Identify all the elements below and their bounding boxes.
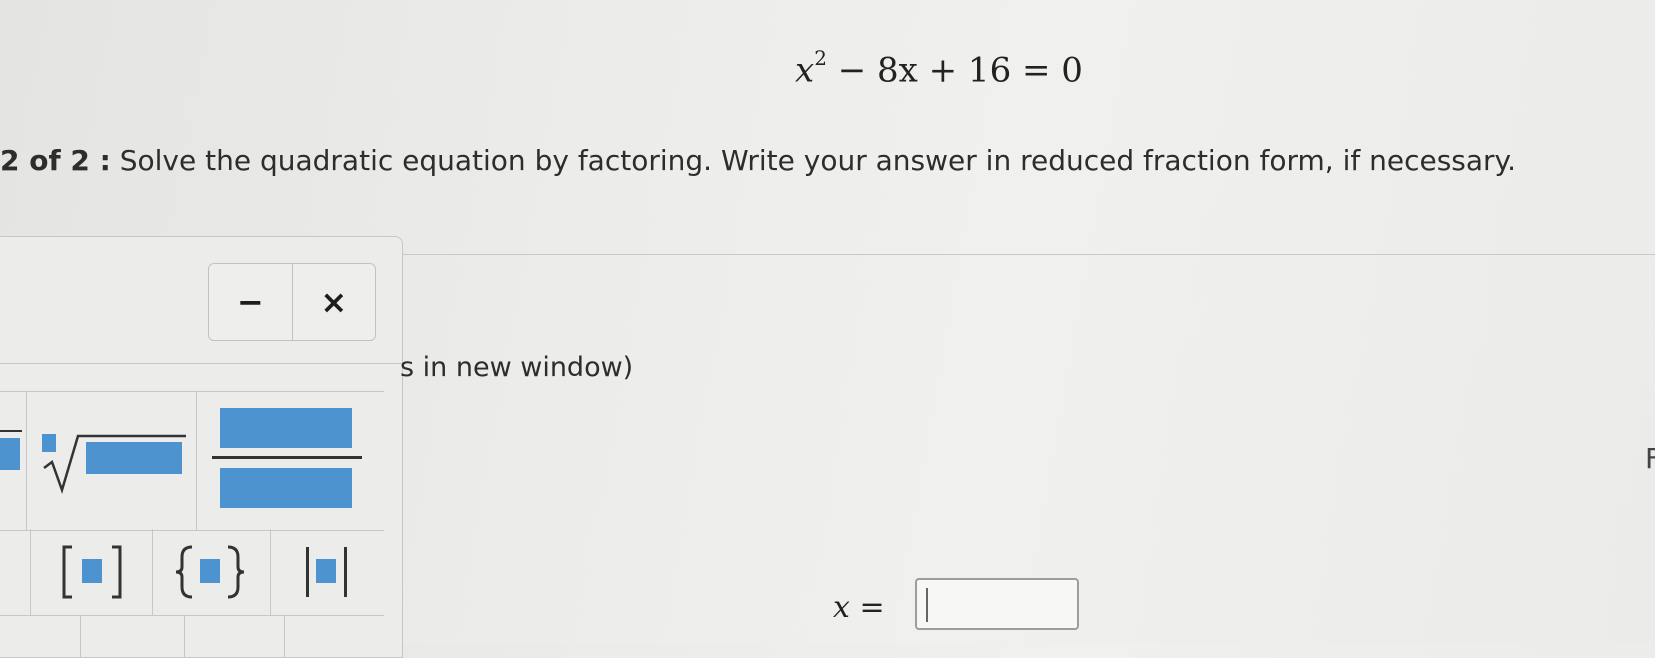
equation-rest: − 8x + 16 = 0 xyxy=(826,50,1083,91)
question-instruction: 2 of 2 : Solve the quadratic equation by… xyxy=(0,144,1516,177)
palette-divider xyxy=(0,363,402,364)
absolute-value-tool[interactable] xyxy=(270,529,384,615)
equation: x2 − 8x + 16 = 0 xyxy=(795,46,1083,91)
open-in-new-window-link[interactable]: s in new window) xyxy=(400,352,633,383)
square-brackets-icon xyxy=(62,545,122,599)
edge-text: F xyxy=(1645,442,1655,475)
close-button[interactable]: × xyxy=(291,264,376,340)
absolute-value-icon xyxy=(306,547,347,597)
palette-row-3 xyxy=(0,615,384,657)
text-caret xyxy=(926,588,928,622)
palette-window-controls: − × xyxy=(208,263,376,341)
answer-equals: = xyxy=(849,590,885,625)
palette-cell-divider xyxy=(184,615,185,657)
superscript-tool[interactable] xyxy=(0,392,27,530)
curly-braces-tool[interactable] xyxy=(152,529,271,615)
math-palette: − × xyxy=(0,236,403,658)
step-indicator: 2 of 2 : xyxy=(0,144,111,177)
minimize-button[interactable]: − xyxy=(209,264,292,340)
answer-variable: x xyxy=(833,590,850,625)
palette-row-1 xyxy=(0,391,384,531)
fraction-tool[interactable] xyxy=(196,392,384,530)
curly-braces-icon xyxy=(175,545,245,599)
square-brackets-tool[interactable] xyxy=(30,529,153,615)
answer-input[interactable] xyxy=(915,578,1079,630)
equation-exponent: 2 xyxy=(814,46,827,70)
partial-tool[interactable] xyxy=(0,529,31,615)
content-divider xyxy=(400,254,1655,255)
instruction-text: Solve the quadratic equation by factorin… xyxy=(119,144,1517,177)
fraction-icon xyxy=(212,408,362,508)
nth-root-tool[interactable] xyxy=(26,392,197,530)
palette-row-2 xyxy=(0,529,384,616)
palette-cell-divider xyxy=(80,615,81,657)
nth-root-icon xyxy=(42,434,186,495)
answer-label: x = xyxy=(833,590,885,625)
equation-variable: x xyxy=(795,50,815,91)
palette-cell-divider xyxy=(284,615,285,657)
